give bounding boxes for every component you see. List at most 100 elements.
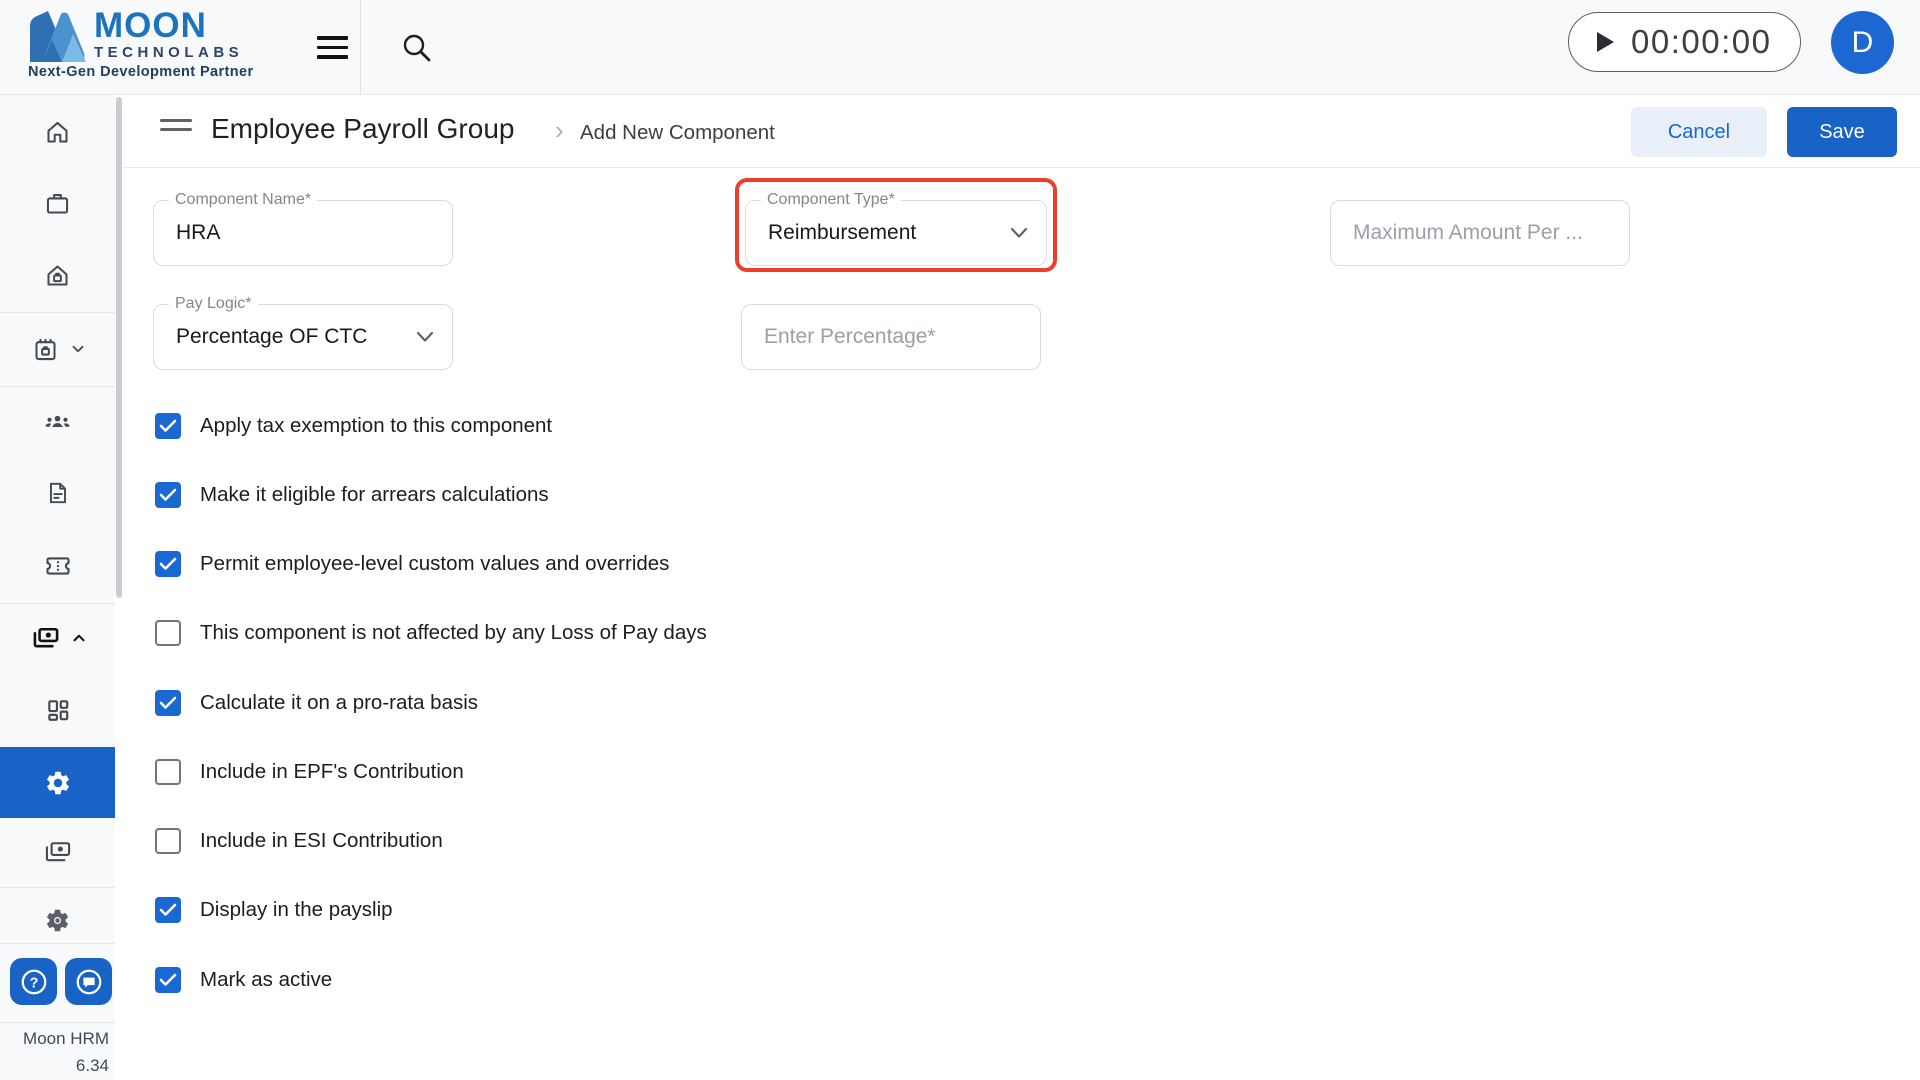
sidebar-item-attendance[interactable] — [0, 321, 115, 377]
checkbox-box[interactable] — [155, 482, 181, 508]
briefcase-icon — [46, 193, 69, 214]
help-icon: ? — [21, 969, 46, 994]
hamburger-menu-icon[interactable] — [317, 36, 348, 59]
home-icon — [47, 121, 68, 143]
checkbox-pro-rata[interactable]: Calculate it on a pro-rata basis — [155, 689, 478, 717]
checkbox-mark-active[interactable]: Mark as active — [155, 966, 332, 994]
cancel-button[interactable]: Cancel — [1631, 107, 1767, 157]
pay-logic-value: Percentage OF CTC — [176, 325, 368, 348]
sidebar-divider — [0, 603, 115, 604]
main-content: Employee Payroll Group › Add New Compone… — [123, 95, 1920, 1080]
sidebar-item-work[interactable] — [0, 175, 115, 231]
help-button[interactable]: ? — [10, 958, 57, 1005]
page-header: Employee Payroll Group › Add New Compone… — [123, 95, 1920, 168]
checkbox-label: Make it eligible for arrears calculation… — [200, 483, 549, 506]
checkbox-box[interactable] — [155, 967, 181, 993]
chevron-up-icon — [73, 634, 85, 642]
checkbox-label: Calculate it on a pro-rata basis — [200, 691, 479, 714]
sidebar-scrollbar[interactable] — [116, 97, 122, 598]
sidebar-divider — [0, 386, 115, 387]
payments-icon — [45, 842, 70, 862]
chevron-down-icon — [416, 331, 434, 342]
app-name-label: Moon HRM — [23, 1029, 109, 1048]
settings-icon — [46, 771, 69, 794]
ticket-icon — [45, 557, 70, 575]
app-window: MOON TECHNOLABS Next-Gen Development Par… — [0, 0, 1920, 1080]
max-amount-field[interactable]: Maximum Amount Per ... — [1330, 200, 1630, 266]
topbar: MOON TECHNOLABS Next-Gen Development Par… — [0, 0, 1920, 95]
chevron-down-icon — [72, 345, 84, 353]
play-icon[interactable] — [1595, 31, 1615, 53]
page-title: Employee Payroll Group — [211, 113, 515, 144]
logo-subtitle: TECHNOLABS — [94, 44, 244, 61]
moon-technolabs-logo: MOON TECHNOLABS Next-Gen Development Par… — [28, 6, 328, 90]
sidebar-item-payroll[interactable] — [0, 610, 115, 666]
feedback-button[interactable] — [65, 958, 112, 1005]
checkbox-label: This component is not affected by any Lo… — [200, 621, 707, 644]
checkbox-arrears-eligible[interactable]: Make it eligible for arrears calculation… — [155, 481, 549, 509]
sidebar-item-payments[interactable] — [0, 824, 115, 880]
sidebar-divider — [0, 887, 115, 888]
groups-icon — [45, 415, 70, 427]
logo-tagline: Next-Gen Development Partner — [28, 64, 254, 80]
checkbox-label: Include in ESI Contribution — [200, 829, 443, 852]
search-icon[interactable] — [400, 31, 434, 65]
breadcrumb-chevron-icon: › — [555, 115, 564, 145]
sidebar-item-employees[interactable] — [0, 393, 115, 449]
topbar-divider — [360, 0, 361, 95]
percentage-placeholder: Enter Percentage* — [764, 325, 936, 348]
sidebar-item-documents[interactable] — [0, 465, 115, 521]
checkbox-display-payslip[interactable]: Display in the payslip — [155, 896, 393, 924]
avatar-initial: D — [1851, 25, 1874, 59]
timer-widget[interactable]: 00:00:00 — [1568, 12, 1801, 72]
pay-logic-select[interactable]: Pay Logic* Percentage OF CTC — [153, 295, 453, 370]
checkbox-label: Permit employee-level custom values and … — [200, 552, 670, 575]
checkbox-box[interactable] — [155, 828, 181, 854]
sidebar-item-preferences[interactable] — [0, 892, 115, 948]
sidebar-divider — [0, 312, 115, 313]
checkbox-employee-overrides[interactable]: Permit employee-level custom values and … — [155, 550, 669, 578]
component-form: Component Name* HRA Component Type* Reim… — [123, 168, 1920, 1080]
home-work-icon — [47, 264, 68, 286]
save-button[interactable]: Save — [1787, 107, 1897, 157]
checkbox-label: Display in the payslip — [200, 898, 393, 921]
component-type-select[interactable]: Component Type* Reimbursement — [745, 191, 1047, 266]
sidebar-item-home[interactable] — [0, 104, 115, 160]
chat-icon — [76, 969, 101, 994]
logo-mountains-icon — [30, 11, 86, 62]
breadcrumb-current: Add New Component — [580, 121, 775, 144]
component-name-value: HRA — [176, 221, 221, 244]
checkbox-box[interactable] — [155, 413, 181, 439]
checkbox-box[interactable] — [155, 759, 181, 785]
sidebar-item-home-work[interactable] — [0, 247, 115, 303]
sidebar-item-dashboard[interactable] — [0, 682, 115, 738]
svg-text:?: ? — [29, 975, 38, 991]
calendar-icon — [35, 338, 56, 360]
sidebar-item-tickets[interactable] — [0, 538, 115, 594]
sort-filter-icon[interactable] — [160, 119, 194, 143]
sidebar-divider — [0, 943, 115, 944]
checkbox-box[interactable] — [155, 690, 181, 716]
app-version-label: 6.34 — [75, 1056, 109, 1075]
checkbox-box[interactable] — [155, 551, 181, 577]
timer-value: 00:00:00 — [1631, 23, 1772, 60]
checkbox-label: Include in EPF's Contribution — [200, 760, 464, 783]
checkbox-box[interactable] — [155, 620, 181, 646]
checkbox-apply-tax-exemption[interactable]: Apply tax exemption to this component — [155, 412, 552, 440]
chevron-down-icon — [1010, 227, 1028, 238]
checkbox-label: Apply tax exemption to this component — [200, 414, 553, 437]
max-amount-placeholder: Maximum Amount Per ... — [1353, 221, 1583, 244]
user-avatar[interactable]: D — [1831, 11, 1894, 74]
checkbox-epf-contribution[interactable]: Include in EPF's Contribution — [155, 758, 464, 786]
sidebar-nav: ? Moon HRM 6.34 — [0, 95, 115, 1080]
percentage-field[interactable]: Enter Percentage* — [741, 304, 1041, 370]
component-name-field[interactable]: Component Name* HRA — [153, 191, 453, 266]
checkbox-loss-of-pay[interactable]: This component is not affected by any Lo… — [155, 619, 707, 647]
checkbox-box[interactable] — [155, 897, 181, 923]
document-icon — [49, 482, 66, 504]
settings-icon — [46, 909, 69, 931]
sidebar-divider — [0, 1022, 115, 1023]
checkbox-esi-contribution[interactable]: Include in ESI Contribution — [155, 827, 443, 855]
sidebar-item-settings-active[interactable] — [0, 747, 115, 818]
sidebar-scroll-track — [115, 95, 123, 1080]
